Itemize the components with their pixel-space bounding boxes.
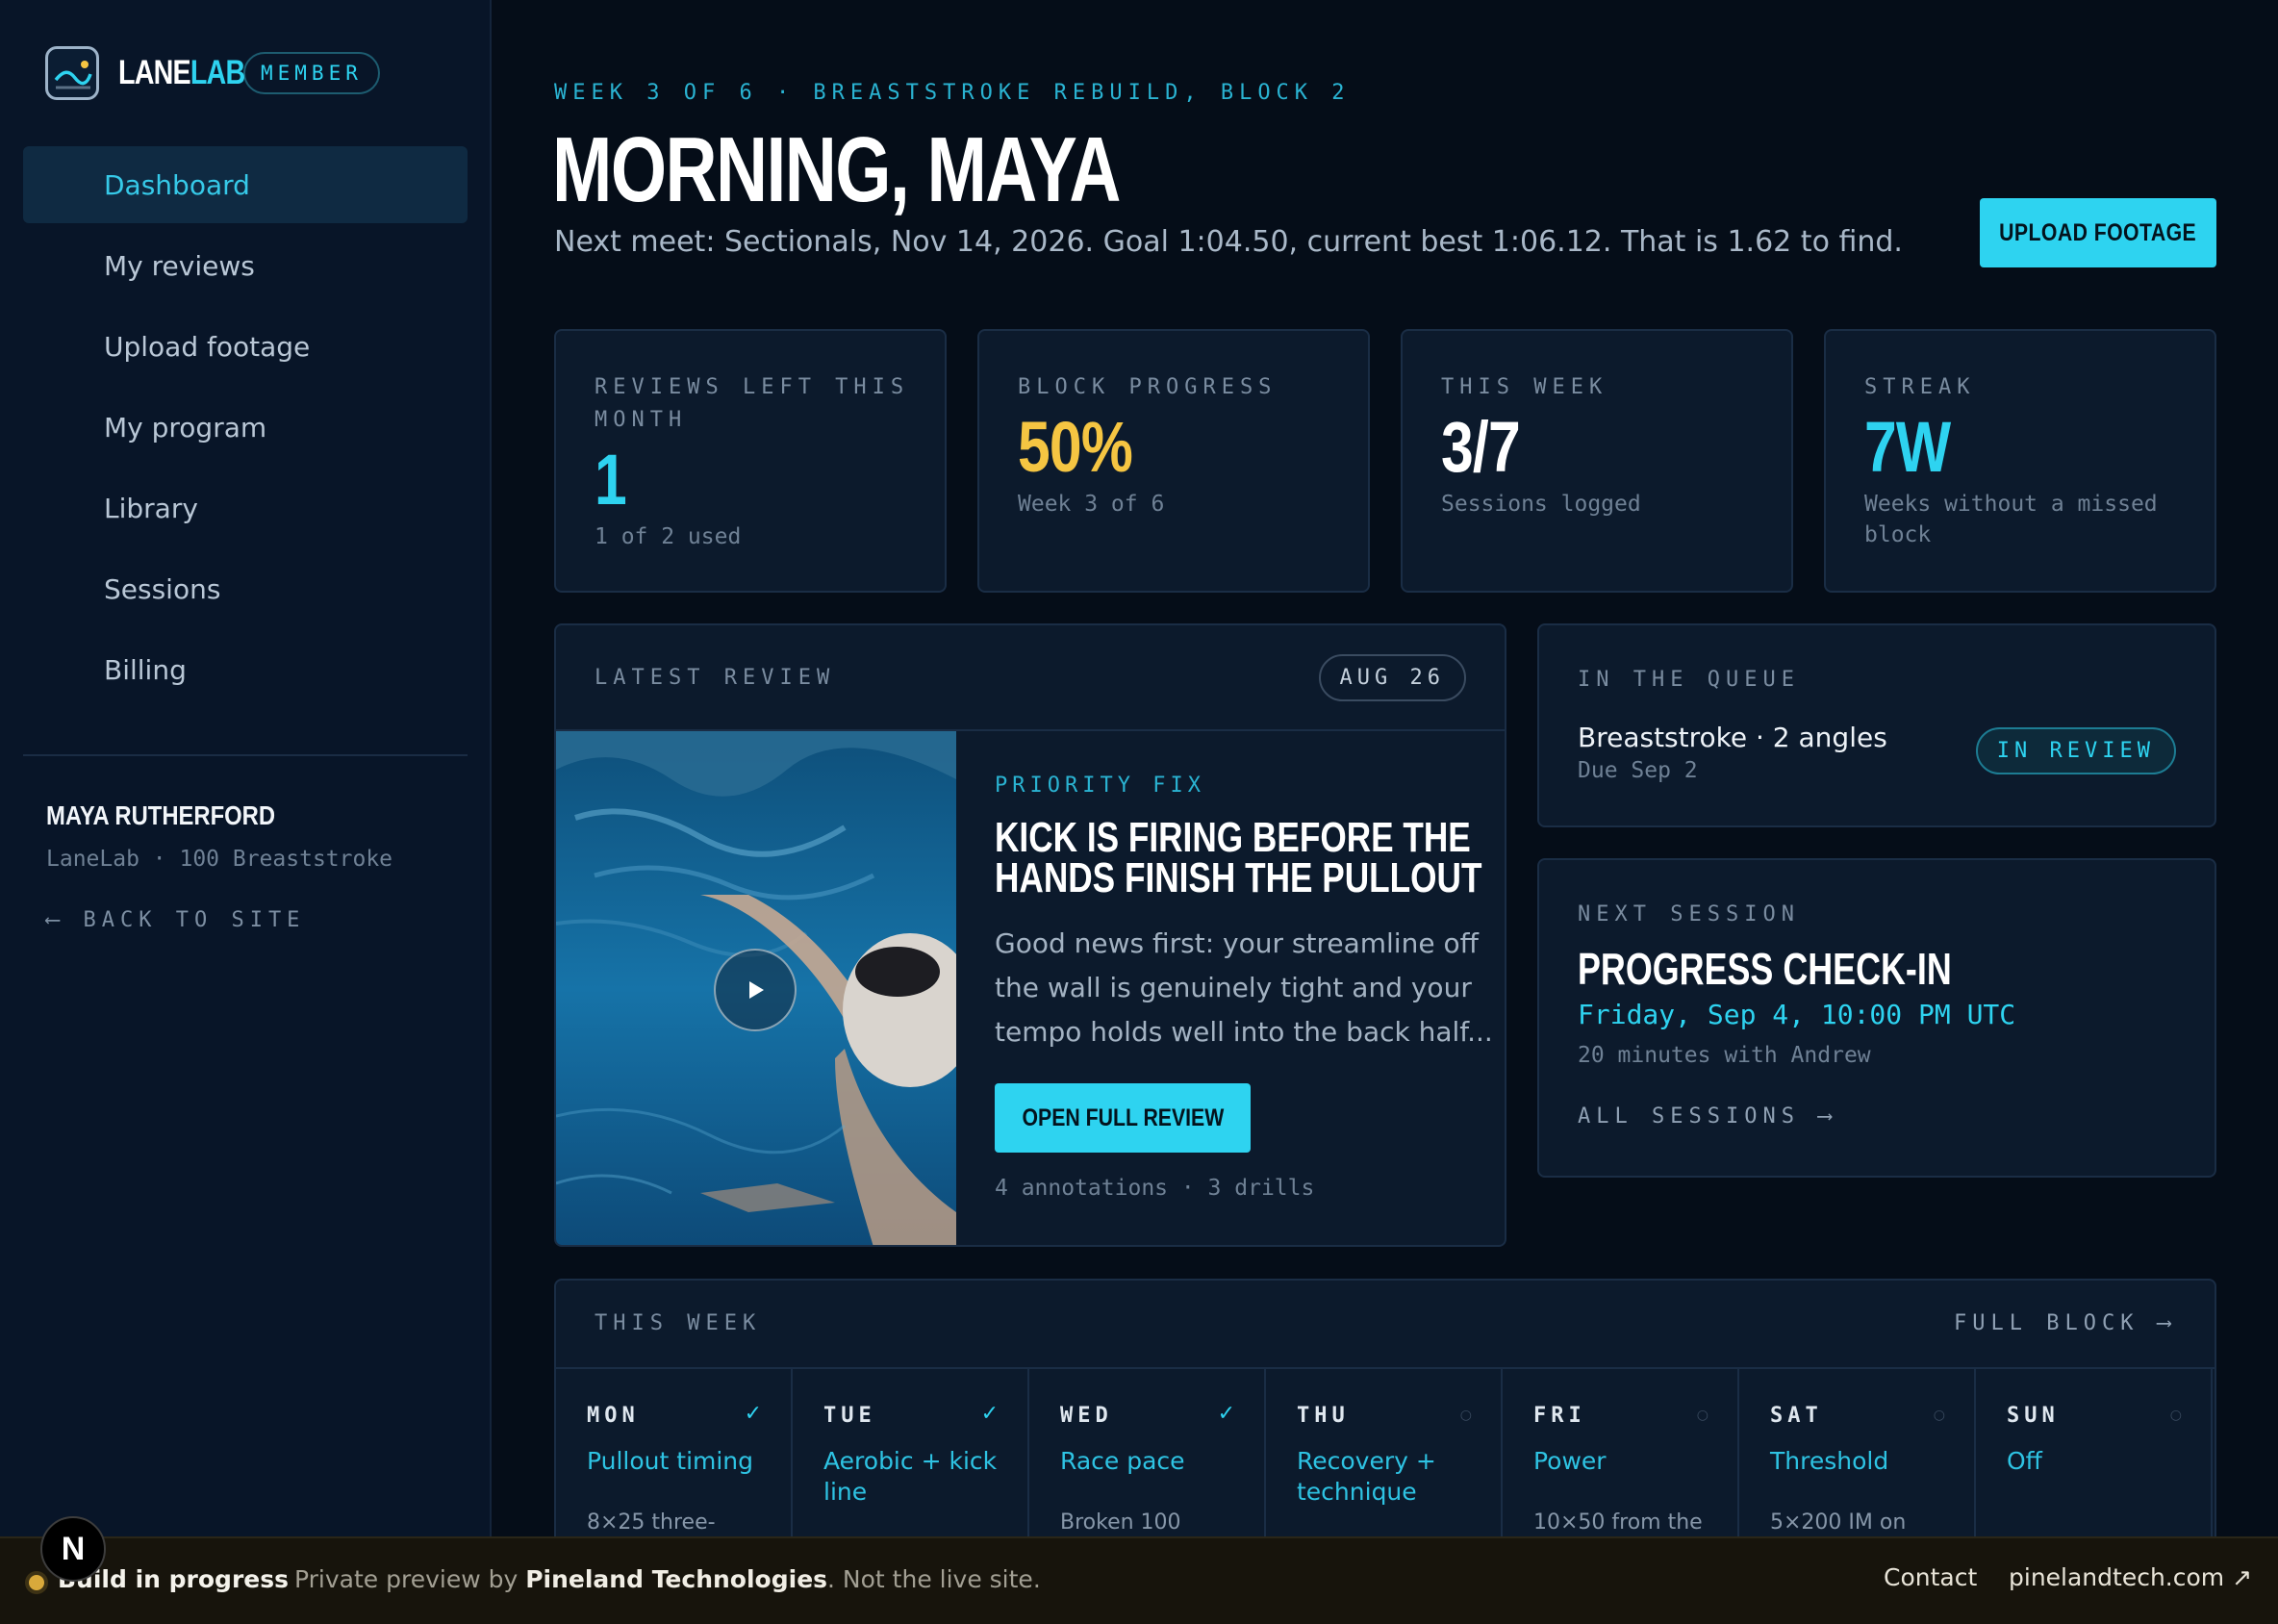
session-title: PROGRESS CHECK-IN: [1578, 944, 1952, 994]
stat-card-reviews-left: REVIEWS LEFT THIS MONTH 1 1 of 2 used: [554, 329, 947, 593]
user-name: MAYA RUTHERFORD: [46, 800, 276, 830]
queue-item-title: Breaststroke · 2 angles: [1578, 722, 1887, 753]
day-workout-title: Race pace: [1060, 1447, 1185, 1475]
stat-value: 50%: [1018, 407, 1133, 487]
preview-note: Private preview by Pineland Technologies…: [294, 1565, 1041, 1593]
sidebar-item-dashboard[interactable]: Dashboard: [23, 146, 468, 223]
day-workout-title: Recovery + technique: [1297, 1447, 1436, 1506]
review-video-thumbnail[interactable]: [556, 731, 956, 1245]
site-link[interactable]: pinelandtech.com ↗: [2009, 1563, 2252, 1591]
stat-label: THIS WEEK: [1441, 375, 1608, 399]
next-session-card: NEXT SESSION PROGRESS CHECK-IN Friday, S…: [1537, 858, 2216, 1178]
day-name: THU: [1297, 1404, 1350, 1428]
day-workout-title: Power: [1533, 1447, 1607, 1475]
stat-label: BLOCK PROGRESS: [1018, 375, 1278, 399]
priority-label: PRIORITY FIX: [995, 774, 1205, 798]
status-dot-icon: [29, 1575, 44, 1590]
latest-review-label: LATEST REVIEW: [595, 666, 836, 690]
queue-label: IN THE QUEUE: [1578, 668, 1800, 692]
n-overlay-badge[interactable]: N: [40, 1516, 106, 1582]
sidebar-item-billing[interactable]: Billing: [23, 631, 468, 708]
sidebar-item-my-program[interactable]: My program: [23, 389, 468, 466]
upload-footage-button[interactable]: UPLOAD FOOTAGE: [1980, 198, 2216, 267]
day-name: WED: [1060, 1404, 1113, 1428]
day-workout-title: Aerobic + kick line: [823, 1447, 998, 1506]
brand-name: LANELAB: [118, 54, 245, 91]
day-workout-title: Pullout timing: [587, 1447, 754, 1475]
stat-note: Weeks without a missed block: [1864, 492, 2158, 547]
review-meta: 4 annotations · 3 drills: [995, 1176, 1315, 1201]
play-icon[interactable]: [714, 949, 797, 1031]
day-name: MON: [587, 1404, 640, 1428]
this-week-label: THIS WEEK: [595, 1311, 762, 1335]
latest-review-card: LATEST REVIEW AUG 26 PRIORITY FIX KICK I…: [554, 623, 1506, 1247]
all-sessions-link[interactable]: ALL SESSIONS ⟶: [1578, 1104, 1836, 1129]
stat-card-this-week: THIS WEEK 3/7 Sessions logged: [1401, 329, 1793, 593]
stat-note: Sessions logged: [1441, 492, 1641, 517]
pending-circle-icon: ○: [1696, 1408, 1708, 1423]
page-title: MORNING, MAYA: [552, 118, 1122, 221]
day-workout-title: Threshold: [1770, 1447, 1889, 1475]
check-icon: ✓: [744, 1402, 762, 1426]
week-kicker: WEEK 3 OF 6 · BREASTSTROKE REBUILD, BLOC…: [554, 81, 1351, 105]
check-icon: ✓: [1217, 1402, 1235, 1426]
contact-link[interactable]: Contact: [1884, 1563, 1977, 1591]
brand[interactable]: LANELAB MEMBER: [45, 46, 380, 100]
session-datetime: Friday, Sep 4, 10:00 PM UTC: [1578, 999, 2016, 1030]
session-coach: 20 minutes with Andrew: [1578, 1043, 1871, 1068]
status-badge: IN REVIEW: [1975, 727, 2176, 774]
stat-label: REVIEWS LEFT THIS MONTH: [595, 375, 910, 432]
stat-value: 1: [595, 440, 627, 520]
meet-subline: Next meet: Sectionals, Nov 14, 2026. Goa…: [554, 225, 1903, 259]
lanelab-logo-icon: [45, 46, 99, 100]
next-session-label: NEXT SESSION: [1578, 902, 1800, 926]
day-workout-title: Off: [2007, 1447, 2042, 1475]
full-block-link[interactable]: FULL BLOCK ⟶: [1954, 1311, 2176, 1335]
sidebar-item-my-reviews[interactable]: My reviews: [23, 227, 468, 304]
pending-circle-icon: ○: [1933, 1408, 1945, 1423]
pending-circle-icon: ○: [2169, 1408, 2182, 1423]
pending-circle-icon: ○: [1459, 1408, 1472, 1423]
open-full-review-button[interactable]: OPEN FULL REVIEW: [995, 1083, 1251, 1153]
check-icon: ✓: [980, 1402, 999, 1426]
stat-label: STREAK: [1864, 375, 1976, 399]
this-week-header: THIS WEEK FULL BLOCK ⟶: [556, 1281, 2215, 1369]
preview-bottom-bar: Build in progress Private preview by Pin…: [0, 1536, 2278, 1624]
company-name[interactable]: Pineland Technologies: [525, 1565, 827, 1593]
stat-note: 1 of 2 used: [595, 524, 742, 549]
queue-card: IN THE QUEUE Breaststroke · 2 angles Due…: [1537, 623, 2216, 827]
member-badge: MEMBER: [243, 52, 380, 94]
stat-card-block-progress: BLOCK PROGRESS 50% Week 3 of 6: [977, 329, 1370, 593]
review-title: KICK IS FIRING BEFORE THE HANDS FINISH T…: [995, 814, 1482, 901]
queue-item-due: Due Sep 2: [1578, 758, 1698, 783]
day-name: TUE: [823, 1404, 876, 1428]
sidebar-nav: Dashboard My reviews Upload footage My p…: [23, 146, 468, 712]
back-to-site-link[interactable]: ⟵ BACK TO SITE: [46, 908, 305, 932]
sidebar-item-upload-footage[interactable]: Upload footage: [23, 308, 468, 385]
stat-card-streak: STREAK 7W Weeks without a missed block: [1824, 329, 2216, 593]
day-name: FRI: [1533, 1404, 1586, 1428]
day-name: SUN: [2007, 1404, 2060, 1428]
sidebar-item-sessions[interactable]: Sessions: [23, 550, 468, 627]
review-excerpt: Good news first: your streamline off the…: [995, 927, 1493, 1048]
sidebar: LANELAB MEMBER Dashboard My reviews Uplo…: [0, 0, 492, 1536]
stat-note: Week 3 of 6: [1018, 492, 1165, 517]
stat-value: 7W: [1864, 407, 1951, 487]
this-week-card: THIS WEEK FULL BLOCK ⟶ MON ✓ Pullout timin…: [554, 1279, 2216, 1567]
latest-review-header: LATEST REVIEW AUG 26: [556, 625, 1505, 731]
sidebar-divider: [23, 754, 468, 756]
sidebar-item-library[interactable]: Library: [23, 469, 468, 546]
day-name: SAT: [1770, 1404, 1823, 1428]
review-date-badge: AUG 26: [1318, 654, 1466, 701]
stat-value: 3/7: [1441, 407, 1521, 487]
user-subtitle: LaneLab · 100 Breaststroke: [46, 847, 393, 872]
